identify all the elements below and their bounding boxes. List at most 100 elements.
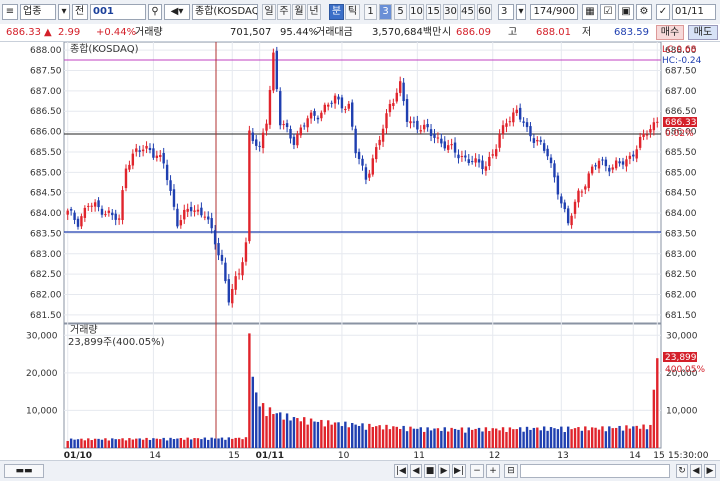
candle-body: [436, 137, 440, 139]
interval-select[interactable]: 3: [498, 4, 514, 20]
chevron-down-icon[interactable]: ▾: [516, 4, 526, 20]
menu-icon[interactable]: ≡: [2, 4, 18, 20]
tab-week[interactable]: 주: [277, 4, 291, 20]
volume-bar: [200, 439, 203, 448]
volume-bar: [217, 438, 220, 448]
candle-body: [656, 121, 659, 123]
volume-bar: [481, 431, 484, 448]
candle-body: [100, 208, 104, 215]
index-name-field[interactable]: 종합(KOSDAQ): [192, 4, 258, 20]
volume-bar: [395, 426, 398, 448]
price-tick-left: 686.50: [30, 107, 62, 117]
next-icon[interactable]: ▶: [438, 464, 450, 478]
buy-button[interactable]: 매수: [656, 25, 684, 40]
volume-bar: [375, 426, 378, 448]
scroll-range-handle[interactable]: ▬▬: [4, 464, 44, 478]
time-label: 13: [557, 451, 568, 460]
candle-body: [124, 168, 128, 189]
period-select[interactable]: 전: [72, 4, 88, 20]
candle-body: [450, 144, 453, 146]
price-tick-left: 686.00: [30, 128, 62, 138]
tab-tick[interactable]: 틱: [345, 4, 360, 20]
market-select[interactable]: 업종: [20, 4, 56, 20]
volume-bar: [213, 438, 217, 448]
volume-value: 701,507: [230, 27, 272, 38]
candle-body: [642, 133, 645, 137]
candle-body: [546, 148, 549, 157]
volume-bar: [114, 439, 117, 448]
speaker-icon[interactable]: ◀▾: [164, 4, 190, 20]
save-icon[interactable]: ▣: [618, 4, 634, 20]
candle-body: [618, 161, 621, 164]
candle-body: [292, 136, 296, 145]
candle-body: [381, 128, 385, 142]
zoom-in-icon[interactable]: +: [486, 464, 500, 478]
candle-body: [237, 273, 241, 275]
volume-bar: [491, 428, 494, 448]
checkbox-icon[interactable]: ☑: [600, 4, 616, 20]
volume-bar: [104, 438, 107, 448]
volume-bar: [450, 427, 453, 448]
step-5[interactable]: 5: [394, 4, 407, 20]
split-icon[interactable]: ⊟: [504, 464, 518, 478]
search-icon[interactable]: ⚲: [148, 4, 162, 20]
calendar-check-icon[interactable]: ✓: [656, 4, 670, 20]
candle-body: [549, 157, 553, 164]
candle-body: [556, 175, 560, 195]
step-10[interactable]: 10: [409, 4, 424, 20]
volume-bar: [409, 426, 412, 448]
minimap-scrollbar[interactable]: [520, 464, 670, 478]
candlestick-chart[interactable]: 688.00 688.00687.50 687.50687.00 687.00686.…: [0, 42, 720, 460]
step-30[interactable]: 30: [443, 4, 458, 20]
volume-bar: [111, 438, 114, 448]
bar-count-field[interactable]: 174/900: [530, 4, 578, 20]
gear-icon[interactable]: ⚙: [636, 4, 652, 20]
volume-bar: [635, 425, 638, 448]
volume-bar: [248, 333, 251, 448]
step-3[interactable]: 3: [379, 4, 392, 20]
price-tick-right: 683.50: [665, 229, 697, 239]
sell-button[interactable]: 매도: [688, 25, 718, 40]
candle-body: [186, 208, 189, 212]
stop-icon[interactable]: ■: [424, 464, 436, 478]
candle-body: [323, 104, 326, 113]
tab-year[interactable]: 년: [307, 4, 321, 20]
candle-body: [402, 82, 405, 102]
scroll-right-icon[interactable]: ▶: [704, 464, 716, 478]
first-icon[interactable]: |◀: [394, 464, 408, 478]
volume-bar: [457, 429, 460, 448]
step-45[interactable]: 45: [460, 4, 475, 20]
volume-bar: [357, 425, 361, 448]
volume-bar: [186, 437, 189, 448]
chevron-down-icon[interactable]: ▾: [58, 4, 70, 20]
last-icon[interactable]: ▶|: [452, 464, 466, 478]
scroll-left-icon[interactable]: ◀: [690, 464, 702, 478]
code-input[interactable]: 001: [90, 4, 146, 20]
candle-body: [69, 209, 73, 211]
prev-icon[interactable]: ◀: [410, 464, 422, 478]
volume-bar: [515, 429, 518, 448]
zoom-out-icon[interactable]: −: [470, 464, 484, 478]
volume-bar: [83, 440, 87, 448]
tab-month[interactable]: 월: [292, 4, 306, 20]
tab-day[interactable]: 일: [262, 4, 276, 20]
candle-body: [83, 207, 87, 218]
candle-body: [162, 152, 165, 164]
time-label: 14: [629, 451, 641, 460]
volume-bar: [549, 427, 553, 448]
volume-bar: [327, 420, 330, 448]
step-60[interactable]: 60: [477, 4, 492, 20]
volume-bar: [419, 427, 422, 448]
grid-icon[interactable]: ▦: [582, 4, 598, 20]
volume-bar: [80, 438, 83, 448]
refresh-icon[interactable]: ↻: [676, 464, 688, 478]
volume-tick-right: 10,000: [666, 406, 698, 416]
candle-body: [494, 149, 498, 157]
step-15[interactable]: 15: [426, 4, 441, 20]
volume-bar: [529, 429, 532, 448]
candle-body: [303, 125, 306, 127]
tab-minute[interactable]: 분: [329, 4, 344, 20]
date-field[interactable]: 01/11: [672, 4, 716, 20]
step-1[interactable]: 1: [364, 4, 377, 20]
candle-body: [399, 81, 402, 93]
